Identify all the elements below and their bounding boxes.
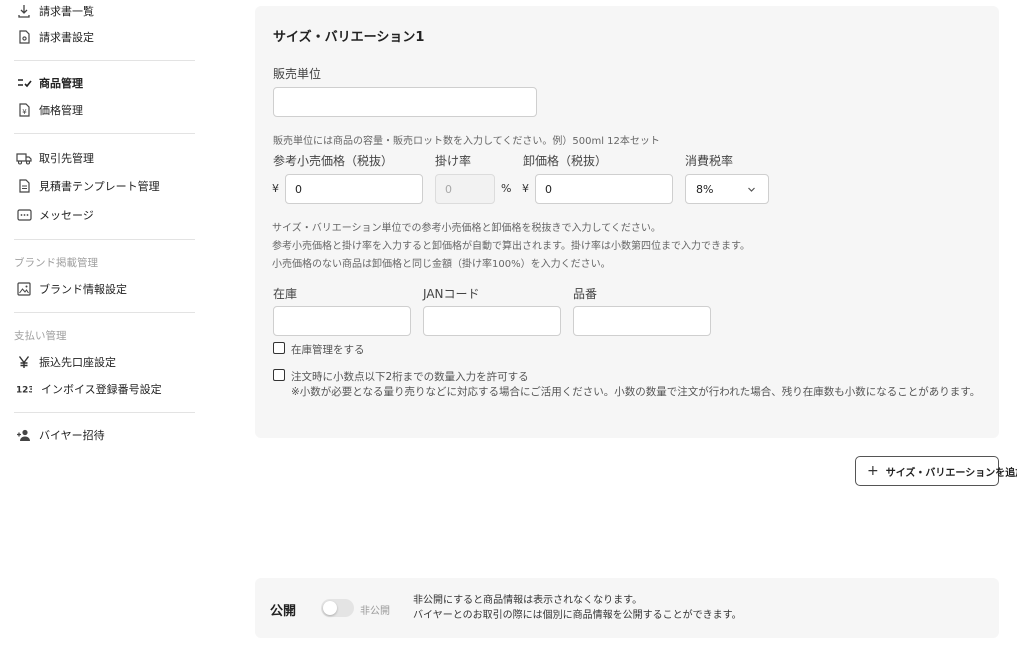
jan-code-input[interactable] — [423, 306, 561, 336]
yen-unit: ¥ — [272, 182, 279, 195]
truck-icon — [16, 150, 32, 166]
sidebar-item-invoice-number[interactable]: 123 インボイス登録番号設定 — [16, 379, 162, 399]
sidebar-item-label: 価格管理 — [39, 104, 83, 117]
tax-rate-select[interactable]: 8% — [685, 174, 769, 204]
price-help-1: サイズ・バリエーション単位での参考小売価格と卸価格を税抜きで入力してください。 — [272, 223, 661, 234]
person-add-icon — [16, 427, 32, 443]
wholesale-price-label: 卸価格（税抜） — [523, 154, 608, 168]
stock-input[interactable] — [273, 306, 411, 336]
sidebar-item-products[interactable]: 商品管理 — [16, 73, 83, 93]
divider — [14, 412, 195, 413]
tax-rate-value: 8% — [696, 182, 714, 196]
sidebar-item-label: 振込先口座設定 — [39, 356, 116, 369]
download-icon — [16, 3, 32, 19]
percent-unit: % — [501, 182, 512, 195]
sidebar-item-bank-account[interactable]: 振込先口座設定 — [16, 352, 116, 372]
decimal-quantity-label: 注文時に小数点以下2桁までの数量入力を許可する — [291, 371, 529, 383]
sku-label: 品番 — [573, 287, 598, 301]
sidebar-item-label: インボイス登録番号設定 — [41, 383, 162, 396]
svg-text:¥: ¥ — [22, 108, 27, 116]
sidebar-item-label: バイヤー招待 — [39, 429, 105, 442]
sidebar-item-quote-templates[interactable]: 見積書テンプレート管理 — [16, 176, 160, 196]
yen-icon — [16, 354, 32, 370]
publish-toggle[interactable] — [321, 599, 354, 617]
price-document-icon: ¥ — [16, 102, 32, 118]
jan-code-label: JANコード — [423, 287, 480, 301]
stock-manage-label: 在庫管理をする — [291, 344, 365, 356]
sidebar-item-brand-info[interactable]: ブランド情報設定 — [16, 279, 127, 299]
publish-description-1: 非公開にすると商品情報は表示されなくなります。 — [413, 595, 643, 606]
sidebar-item-messages[interactable]: メッセージ — [16, 205, 94, 225]
sidebar-item-invoice-settings[interactable]: 請求書設定 — [16, 27, 94, 47]
variation-card: サイズ・バリエーション1 販売単位 販売単位には商品の容量・販売ロット数を入力し… — [255, 6, 999, 438]
divider — [14, 133, 195, 134]
decimal-quantity-note: ※小数が必要となる量り売りなどに対応する場合にご活用ください。小数の数量で注文が… — [291, 386, 981, 398]
sidebar-item-label: 請求書一覧 — [39, 5, 94, 18]
divider — [14, 239, 195, 240]
divider — [14, 312, 195, 313]
sidebar-item-invite-buyer[interactable]: バイヤー招待 — [16, 425, 105, 445]
number-icon: 123 — [16, 381, 32, 397]
sidebar-item-clients[interactable]: 取引先管理 — [16, 148, 94, 168]
sales-unit-input[interactable] — [273, 87, 537, 117]
document-gear-icon — [16, 29, 32, 45]
sidebar-item-label: 請求書設定 — [39, 31, 94, 44]
sidebar-item-label: 取引先管理 — [39, 152, 94, 165]
price-help-3: 小売価格のない商品は卸価格と同じ金額（掛け率100%）を入力ください。 — [272, 259, 611, 270]
image-icon — [16, 281, 32, 297]
plus-icon: + — [867, 463, 879, 479]
variation-title: サイズ・バリエーション1 — [273, 30, 425, 45]
price-help-2: 参考小売価格と掛け率を入力すると卸価格が自動で算出されます。掛け率は小数第四位ま… — [272, 241, 750, 252]
sidebar-item-label: メッセージ — [39, 209, 94, 222]
divider — [14, 60, 195, 61]
sidebar: 請求書一覧 請求書設定 商品管理 ¥ 価格管理 取引先管理 見積書テンプレート管… — [0, 0, 210, 646]
document-icon — [16, 178, 32, 194]
tax-rate-label: 消費税率 — [685, 154, 734, 168]
section-label-payment: 支払い管理 — [14, 330, 67, 342]
sidebar-item-label: 見積書テンプレート管理 — [39, 180, 160, 193]
svg-text:123: 123 — [16, 386, 32, 396]
sidebar-item-invoice-list[interactable]: 請求書一覧 — [16, 1, 94, 21]
publish-card: 公開 非公開 非公開にすると商品情報は表示されなくなります。 バイヤーとのお取引… — [255, 578, 999, 638]
message-icon — [16, 207, 32, 223]
wholesale-price-input[interactable]: 0 — [535, 174, 673, 204]
retail-price-input[interactable]: 0 — [285, 174, 423, 204]
publish-title: 公開 — [270, 604, 297, 619]
sidebar-item-prices[interactable]: ¥ 価格管理 — [16, 100, 83, 120]
sidebar-item-label: 商品管理 — [39, 77, 83, 90]
sku-input[interactable] — [573, 306, 711, 336]
list-check-icon — [16, 75, 32, 91]
sidebar-item-label: ブランド情報設定 — [39, 283, 127, 296]
yen-unit: ¥ — [522, 182, 529, 195]
sales-unit-help: 販売単位には商品の容量・販売ロット数を入力してください。例）500ml 12本セ… — [273, 136, 660, 147]
add-variation-button[interactable]: + サイズ・バリエーションを追加 — [855, 456, 1017, 486]
chevron-down-icon — [747, 184, 756, 197]
section-label-brand: ブランド掲載管理 — [14, 257, 98, 269]
decimal-quantity-checkbox[interactable] — [273, 369, 285, 381]
sales-unit-label: 販売単位 — [273, 67, 322, 81]
publish-toggle-state: 非公開 — [360, 606, 390, 617]
stock-manage-checkbox[interactable] — [273, 342, 285, 354]
add-variation-label: サイズ・バリエーションを追加 — [885, 467, 1017, 479]
rate-label: 掛け率 — [435, 154, 472, 168]
stock-label: 在庫 — [273, 287, 298, 301]
rate-input[interactable]: 0 — [435, 174, 495, 204]
toggle-knob — [323, 601, 337, 615]
retail-price-label: 参考小売価格（税抜） — [273, 154, 394, 168]
publish-description-2: バイヤーとのお取引の際には個別に商品情報を公開することができます。 — [413, 610, 742, 621]
